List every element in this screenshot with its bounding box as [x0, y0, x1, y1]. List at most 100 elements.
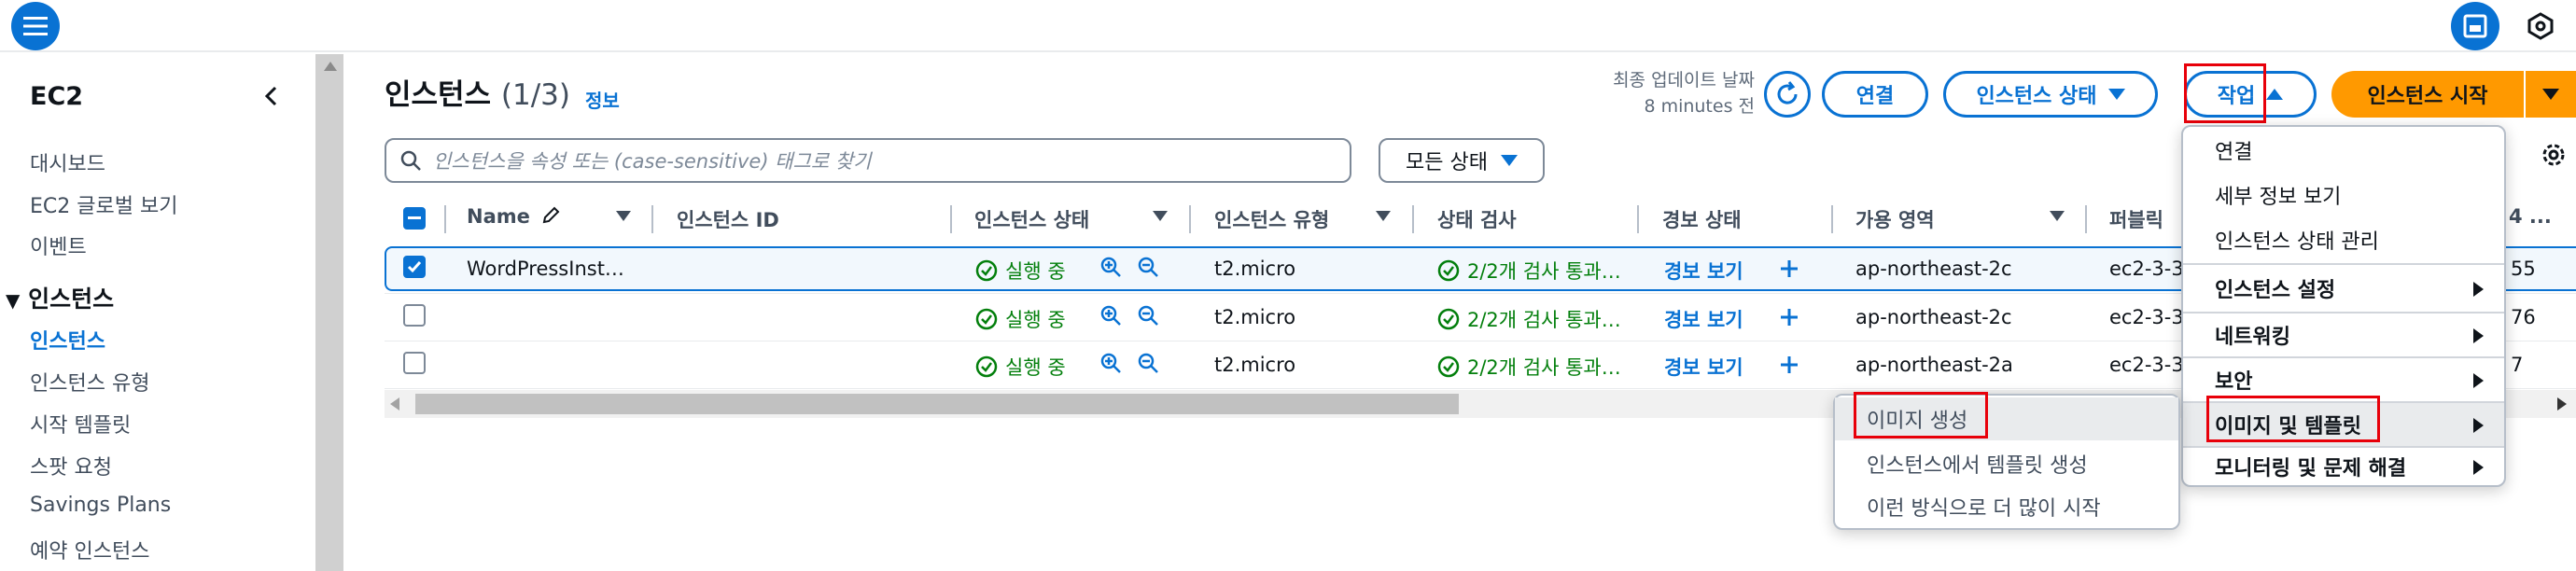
instance-state-text: 실행 중: [1005, 356, 1066, 379]
instance-name[interactable]: WordPressInst…: [467, 258, 624, 280]
zoom-in-icon[interactable]: [1099, 352, 1122, 374]
column-header-instance-type[interactable]: 인스턴스 유형: [1214, 205, 1329, 233]
column-header-alarm-status[interactable]: 경보 상태: [1662, 205, 1742, 233]
table-settings-gear-icon[interactable]: [2539, 140, 2576, 177]
search-placeholder: 인스턴스을 속성 또는 (case-sensitive) 태그로 찾기: [433, 150, 872, 173]
sidebar-item-events[interactable]: 이벤트: [30, 230, 87, 260]
column-separator: [1189, 205, 1191, 233]
sidebar-item-reserved-instances[interactable]: 예약 인스턴스: [30, 535, 149, 564]
menu-item-manage-instance-state[interactable]: 인스턴스 상태 관리: [2183, 218, 2504, 261]
column-header-name[interactable]: Name: [467, 205, 561, 228]
launch-instance-button[interactable]: 인스턴스 시작: [2331, 71, 2524, 118]
top-navigation-bar: [0, 0, 2576, 52]
menu-item-instance-settings[interactable]: 인스턴스 설정: [2183, 267, 2504, 310]
submenu-arrow-icon: [2473, 373, 2484, 388]
view-alarms-link[interactable]: 경보 보기: [1664, 353, 1743, 381]
search-input[interactable]: 인스턴스을 속성 또는 (case-sensitive) 태그로 찾기: [385, 138, 1351, 183]
column-name-label: Name: [467, 205, 530, 228]
sidebar-scrollbar[interactable]: [315, 54, 343, 571]
panel-toggle-icon[interactable]: [2451, 2, 2499, 50]
overflow-cell: 76: [2511, 306, 2536, 328]
zoom-in-icon[interactable]: [1099, 304, 1122, 327]
column-header-availability-zone[interactable]: 가용 영역: [1855, 205, 1935, 233]
instance-type: t2.micro: [1214, 306, 1296, 328]
menu-item-label: 보안: [2215, 370, 2253, 394]
menu-item-connect[interactable]: 연결: [2183, 129, 2504, 172]
sidebar-item-instance-types[interactable]: 인스턴스 유형: [30, 367, 149, 397]
state-filter-select[interactable]: 모든 상태: [1379, 138, 1545, 183]
column-separator: [444, 205, 446, 233]
status-check-text: 2/2개 검사 통과…: [1467, 260, 1621, 283]
page-title-text: 인스턴스: [385, 78, 492, 112]
scrollbar-thumb[interactable]: [415, 394, 1459, 414]
status-check: 2/2개 검사 통과…: [1437, 257, 1621, 285]
column-header-status-check[interactable]: 상태 검사: [1437, 205, 1517, 233]
info-link[interactable]: 정보: [585, 86, 620, 113]
availability-zone: ap-northeast-2a: [1855, 354, 2013, 376]
sidebar-item-launch-templates[interactable]: 시작 템플릿: [30, 409, 131, 439]
menu-icon[interactable]: [11, 2, 60, 50]
sidebar-item-dashboard[interactable]: 대시보드: [30, 147, 105, 177]
sidebar-title: EC2: [30, 82, 84, 111]
sidebar-item-global-view[interactable]: EC2 글로벌 보기: [30, 189, 177, 219]
last-updated-value: 8 minutes 전: [1644, 96, 1755, 117]
last-updated: 최종 업데이트 날짜 8 minutes 전: [1587, 67, 1755, 119]
column-separator: [1831, 205, 1833, 233]
highlight-actions: [2184, 63, 2266, 123]
hexagon-settings-icon[interactable]: [2522, 7, 2559, 45]
add-alarm-plus-icon[interactable]: [1779, 355, 1799, 375]
caret-down-icon: [2542, 89, 2559, 100]
refresh-button[interactable]: [1764, 71, 1811, 118]
availability-zone: ap-northeast-2c: [1855, 306, 2012, 328]
add-alarm-plus-icon[interactable]: [1779, 258, 1799, 279]
column-separator: [651, 205, 653, 233]
scroll-right-arrow-icon[interactable]: [2557, 397, 2567, 411]
submenu-item-create-template[interactable]: 인스턴스에서 템플릿 생성: [1835, 442, 2178, 485]
menu-item-networking[interactable]: 네트워킹: [2183, 313, 2504, 356]
row-checkbox[interactable]: [403, 256, 426, 278]
view-alarms-link[interactable]: 경보 보기: [1664, 257, 1743, 285]
zoom-out-icon[interactable]: [1137, 256, 1159, 278]
search-icon: [400, 150, 421, 171]
zoom-out-icon[interactable]: [1137, 304, 1159, 327]
instance-state-button[interactable]: 인스턴스 상태: [1943, 71, 2158, 118]
instance-state: 실행 중: [975, 305, 1066, 333]
zoom-out-icon[interactable]: [1137, 352, 1159, 374]
submenu-item-launch-more-like-this[interactable]: 이런 방식으로 더 많이 시작: [1835, 485, 2178, 528]
last-updated-label: 최종 업데이트 날짜: [1613, 70, 1755, 91]
column-header-instance-state[interactable]: 인스턴스 상태: [974, 205, 1089, 233]
add-alarm-plus-icon[interactable]: [1779, 307, 1799, 327]
view-alarms-link[interactable]: 경보 보기: [1664, 305, 1743, 333]
sidebar-item-savings-plans[interactable]: Savings Plans: [30, 494, 171, 517]
scroll-left-arrow-icon[interactable]: [390, 397, 399, 411]
check-circle-icon: [975, 355, 998, 378]
sidebar-section-instances[interactable]: ▼ 인스턴스: [6, 281, 114, 314]
menu-item-view-details[interactable]: 세부 정보 보기: [2183, 174, 2504, 216]
sidebar-item-instances[interactable]: 인스턴스: [30, 325, 105, 355]
column-header-instance-id[interactable]: 인스턴스 ID: [677, 205, 779, 233]
check-circle-icon: [1437, 259, 1460, 282]
select-all-checkbox[interactable]: [403, 207, 426, 230]
row-checkbox[interactable]: [403, 352, 426, 374]
sort-icon[interactable]: [616, 211, 631, 221]
collapse-sidebar-icon[interactable]: [258, 80, 286, 112]
caret-down-icon: ▼: [6, 289, 21, 312]
row-checkbox[interactable]: [403, 304, 426, 327]
column-header-public-dns[interactable]: 퍼블릭: [2109, 205, 2163, 233]
sort-icon[interactable]: [1153, 211, 1168, 221]
connect-button[interactable]: 연결: [1822, 71, 1928, 118]
sort-icon[interactable]: [2050, 211, 2065, 221]
submenu-arrow-icon: [2473, 328, 2484, 343]
page-title: 인스턴스 (1/3): [385, 71, 570, 113]
refresh-icon: [1777, 81, 1798, 104]
scroll-up-arrow-icon[interactable]: [324, 62, 337, 71]
sidebar-item-spot-requests[interactable]: 스팟 요청: [30, 451, 112, 480]
menu-item-label: 네트워킹: [2215, 326, 2290, 349]
menu-item-monitoring-troubleshoot[interactable]: 모니터링 및 문제 해결: [2183, 448, 2504, 485]
column-separator: [950, 205, 952, 233]
sort-icon[interactable]: [1376, 211, 1391, 221]
submenu-arrow-icon: [2473, 418, 2484, 433]
launch-dropdown-button[interactable]: [2526, 71, 2576, 118]
column-header-overflow[interactable]: 4 ...: [2509, 205, 2552, 228]
zoom-in-icon[interactable]: [1099, 256, 1122, 278]
